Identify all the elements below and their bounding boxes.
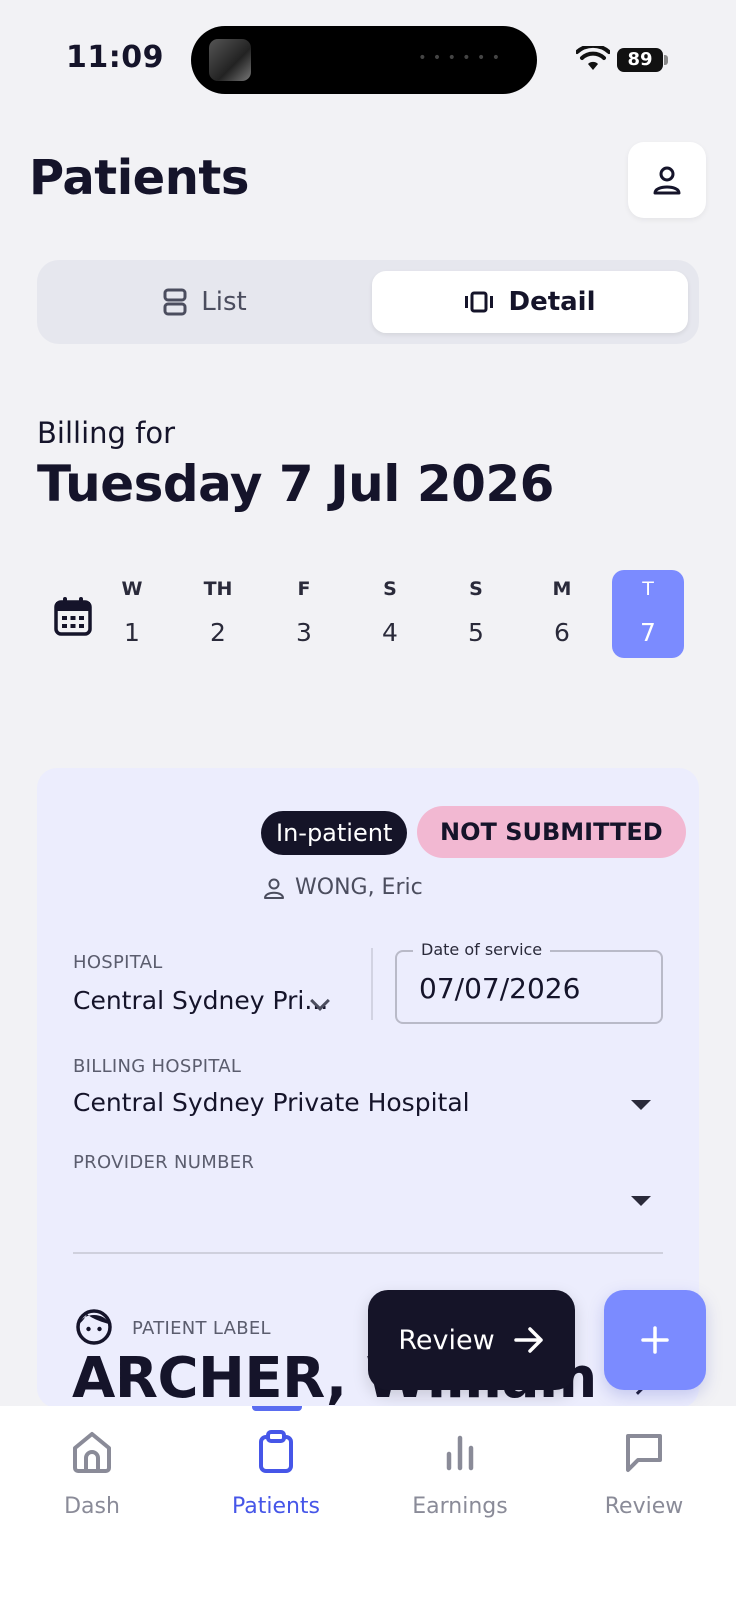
wifi-icon [576, 46, 610, 70]
calendar-icon[interactable] [54, 596, 92, 636]
day-6[interactable]: M6 [526, 570, 598, 658]
day-number: 7 [640, 618, 656, 647]
bottom-tab-bar: Dash Patients Earnings Review [0, 1406, 736, 1600]
tab-review[interactable]: Review [552, 1430, 736, 1550]
tab-label: Review [604, 1494, 684, 1519]
carousel-icon [465, 291, 494, 313]
admission-type-badge: In-patient [261, 811, 408, 855]
detail-view-label: Detail [508, 287, 596, 317]
day-5[interactable]: S5 [440, 570, 512, 658]
view-toggle: List Detail [37, 260, 699, 344]
owner-name: WONG, Eric [295, 875, 423, 900]
battery-icon: 89 [617, 48, 663, 72]
divider [73, 1252, 663, 1254]
date-of-service-value: 07/07/2026 [419, 972, 581, 1005]
day-letter: W [121, 578, 143, 600]
divider [371, 948, 373, 1020]
day-number: 5 [468, 618, 484, 647]
detail-view-button[interactable]: Detail [372, 271, 688, 333]
person-icon [264, 878, 284, 899]
home-icon [73, 1432, 111, 1473]
tab-label: Patients [231, 1494, 321, 1519]
island-indicator: • • • • • • [418, 50, 501, 66]
billing-hospital-label: BILLING HOSPITAL [73, 1056, 242, 1077]
person-icon [653, 166, 681, 195]
provider-number-label: PROVIDER NUMBER [73, 1152, 255, 1173]
day-number: 2 [210, 618, 226, 647]
status-badge: NOT SUBMITTED [417, 806, 686, 858]
billing-prefix: Billing for [37, 416, 176, 450]
day-letter: S [469, 578, 483, 600]
list-view-button[interactable]: List [47, 271, 363, 333]
review-button[interactable]: Review [368, 1290, 575, 1390]
billing-hospital-select[interactable]: Central Sydney Private Hospital [73, 1088, 470, 1117]
day-letter: M [552, 578, 572, 600]
day-number: 4 [382, 618, 398, 647]
list-view-label: List [201, 287, 247, 317]
hospital-select[interactable]: Central Sydney Pri... [73, 986, 328, 1015]
battery-tip [664, 55, 668, 65]
review-button-label: Review [398, 1324, 495, 1356]
dynamic-island: • • • • • • [191, 26, 537, 94]
day-number: 3 [296, 618, 312, 647]
tab-label: Earnings [412, 1494, 508, 1519]
list-icon [163, 288, 187, 316]
billing-date: Tuesday 7 Jul 2026 [37, 455, 554, 513]
day-1[interactable]: W1 [96, 570, 168, 658]
now-playing-thumbnail [209, 39, 251, 81]
status-time: 11:09 [66, 40, 164, 75]
page-title: Patients [29, 150, 249, 206]
plus-icon [641, 1326, 669, 1354]
tab-label: Dash [64, 1494, 120, 1519]
tab-dash[interactable]: Dash [0, 1430, 184, 1550]
date-of-service-label: Date of service [413, 940, 551, 959]
day-number: 1 [124, 618, 140, 647]
day-4[interactable]: S4 [354, 570, 426, 658]
day-7-selected[interactable]: T7 [612, 570, 684, 658]
active-tab-indicator [252, 1406, 302, 1411]
caret-down-icon[interactable] [631, 1196, 651, 1206]
profile-button[interactable] [628, 142, 706, 218]
chat-icon [626, 1434, 662, 1472]
day-letter: TH [203, 578, 233, 600]
tab-patients[interactable]: Patients [184, 1430, 368, 1550]
patient-label-heading: PATIENT LABEL [132, 1318, 271, 1339]
clipboard-icon [259, 1430, 293, 1473]
hospital-label: HOSPITAL [73, 952, 163, 973]
bar-chart-icon [446, 1435, 474, 1471]
caret-down-icon[interactable] [631, 1100, 651, 1110]
patient-face-icon [76, 1309, 112, 1345]
day-3[interactable]: F3 [268, 570, 340, 658]
tab-earnings[interactable]: Earnings [368, 1430, 552, 1550]
date-of-service-field[interactable]: Date of service 07/07/2026 [395, 940, 663, 1024]
status-bar: 11:09 • • • • • • 89 [0, 0, 736, 118]
day-letter: F [297, 578, 311, 600]
add-button[interactable] [604, 1290, 706, 1390]
day-letter: T [642, 578, 654, 600]
day-2[interactable]: TH 2 [182, 570, 254, 658]
owner: WONG, Eric [263, 875, 423, 900]
day-letter: S [383, 578, 397, 600]
day-number: 6 [554, 618, 570, 647]
arrow-right-icon [513, 1327, 543, 1353]
